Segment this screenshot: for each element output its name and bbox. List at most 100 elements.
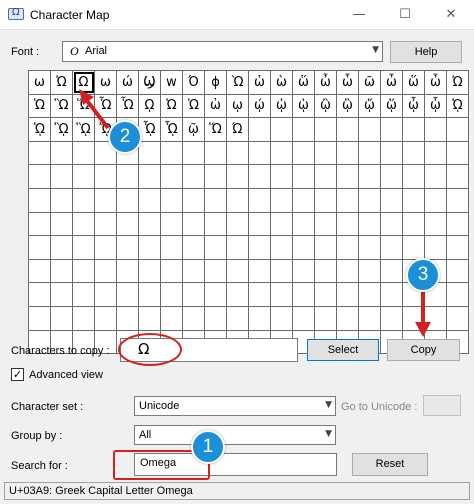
character-cell[interactable] — [402, 235, 425, 260]
character-cell[interactable] — [314, 187, 337, 213]
character-cell[interactable] — [358, 164, 381, 189]
character-cell[interactable] — [50, 235, 73, 260]
character-cell[interactable] — [182, 140, 205, 166]
character-cell[interactable] — [358, 305, 381, 331]
character-cell[interactable]: ᾨ — [446, 93, 469, 119]
character-cell[interactable] — [94, 258, 117, 284]
character-cell[interactable]: Ὠ — [160, 93, 183, 119]
character-cell[interactable] — [204, 140, 227, 166]
character-cell[interactable] — [94, 211, 117, 237]
character-cell[interactable] — [270, 258, 293, 284]
character-cell[interactable] — [446, 187, 469, 213]
character-cell[interactable] — [402, 164, 425, 189]
character-cell[interactable] — [336, 258, 359, 284]
character-cell[interactable] — [380, 305, 403, 331]
character-cell[interactable] — [182, 187, 205, 213]
character-cell[interactable] — [292, 258, 315, 284]
character-cell[interactable]: Ὼ — [226, 70, 249, 95]
character-cell[interactable] — [336, 117, 359, 142]
character-cell[interactable] — [248, 117, 271, 142]
character-cell[interactable] — [72, 282, 95, 307]
character-cell[interactable] — [94, 164, 117, 189]
character-cell[interactable] — [94, 305, 117, 331]
character-cell[interactable] — [292, 211, 315, 237]
character-cell[interactable] — [380, 282, 403, 307]
character-cell[interactable] — [160, 235, 183, 260]
character-cell[interactable] — [248, 282, 271, 307]
character-cell[interactable]: ω — [94, 70, 117, 95]
character-cell[interactable] — [358, 235, 381, 260]
character-cell[interactable] — [380, 187, 403, 213]
character-cell[interactable] — [446, 282, 469, 307]
character-cell[interactable] — [424, 140, 447, 166]
character-cell[interactable] — [292, 164, 315, 189]
character-cell[interactable]: ᾧ — [424, 93, 447, 119]
character-cell[interactable] — [138, 305, 161, 331]
character-cell[interactable]: Ώ — [226, 117, 249, 142]
maximize-button[interactable]: ☐ — [382, 0, 428, 30]
character-cell[interactable] — [204, 235, 227, 260]
character-cell[interactable] — [270, 140, 293, 166]
character-cell[interactable] — [336, 282, 359, 307]
character-cell[interactable] — [28, 140, 51, 166]
character-cell[interactable]: ᾤ — [358, 93, 381, 119]
character-cell[interactable] — [226, 211, 249, 237]
character-cell[interactable] — [270, 164, 293, 189]
character-cell[interactable]: Ὡ — [28, 93, 51, 119]
character-cell[interactable]: ὼ — [270, 70, 293, 95]
group-by-dropdown[interactable]: All ▼ — [134, 425, 336, 445]
character-cell[interactable] — [116, 282, 139, 307]
character-cell[interactable] — [160, 187, 183, 213]
character-cell[interactable]: ᾦ — [402, 93, 425, 119]
character-cell[interactable]: Ὥ — [72, 93, 95, 119]
character-cell[interactable]: ῴ — [248, 93, 271, 119]
character-cell[interactable]: Ό — [182, 70, 205, 95]
character-cell[interactable] — [402, 305, 425, 331]
character-cell[interactable]: ᾠ — [270, 93, 293, 119]
character-cell[interactable] — [248, 140, 271, 166]
character-cell[interactable] — [50, 211, 73, 237]
character-cell[interactable] — [226, 305, 249, 331]
character-cell[interactable] — [446, 305, 469, 331]
character-cell[interactable]: ὧ — [336, 70, 359, 95]
character-cell[interactable] — [50, 305, 73, 331]
character-cell[interactable] — [314, 305, 337, 331]
character-cell[interactable] — [292, 187, 315, 213]
character-cell[interactable] — [336, 187, 359, 213]
character-cell[interactable] — [226, 235, 249, 260]
character-cell[interactable] — [248, 258, 271, 284]
character-cell[interactable]: ῼ — [138, 93, 161, 119]
help-button[interactable]: Help — [390, 41, 462, 63]
character-cell[interactable] — [116, 258, 139, 284]
minimize-button[interactable]: — — [336, 0, 382, 30]
character-cell[interactable]: ᾡ — [292, 93, 315, 119]
character-cell[interactable] — [424, 235, 447, 260]
character-cell[interactable] — [72, 305, 95, 331]
character-cell[interactable] — [292, 282, 315, 307]
character-cell[interactable]: Ὡ — [182, 93, 205, 119]
character-cell[interactable] — [182, 258, 205, 284]
character-cell[interactable] — [248, 211, 271, 237]
character-cell[interactable]: ᾢ — [314, 93, 337, 119]
character-cell[interactable] — [314, 235, 337, 260]
character-cell[interactable] — [358, 117, 381, 142]
character-cell[interactable]: ὥ — [292, 70, 315, 95]
character-cell[interactable] — [424, 117, 447, 142]
character-cell[interactable]: w — [160, 70, 183, 95]
character-cell[interactable]: Ὠ — [50, 70, 73, 95]
character-cell[interactable] — [72, 211, 95, 237]
character-cell[interactable] — [270, 117, 293, 142]
character-cell[interactable]: ᾣ — [336, 93, 359, 119]
character-cell[interactable] — [182, 164, 205, 189]
close-button[interactable]: ✕ — [428, 0, 474, 30]
character-cell[interactable] — [204, 282, 227, 307]
character-cell[interactable] — [336, 235, 359, 260]
character-cell[interactable] — [270, 305, 293, 331]
character-cell[interactable] — [182, 235, 205, 260]
character-cell[interactable] — [446, 258, 469, 284]
character-cell[interactable] — [72, 187, 95, 213]
character-cell[interactable] — [28, 164, 51, 189]
character-cell[interactable] — [270, 282, 293, 307]
character-cell[interactable] — [270, 235, 293, 260]
go-to-unicode-field[interactable] — [423, 395, 461, 416]
